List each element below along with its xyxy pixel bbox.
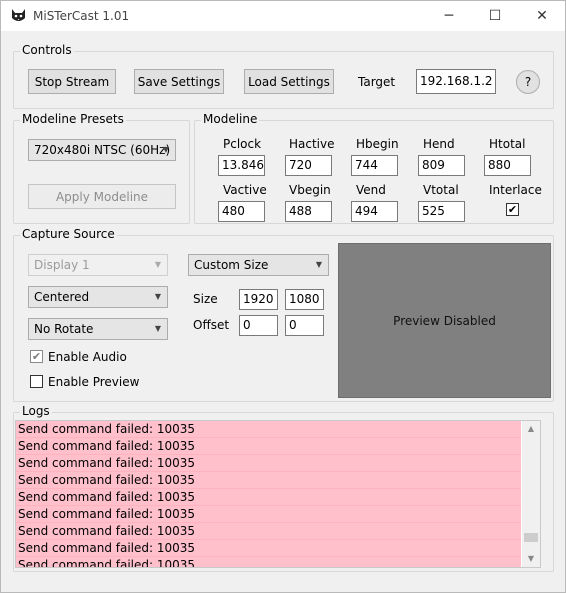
preview-disabled-text: Preview Disabled [393, 313, 496, 328]
scroll-down-icon[interactable]: ▼ [522, 551, 540, 567]
rotation-value: No Rotate [34, 322, 94, 336]
alignment-select[interactable]: Centered ▼ [28, 286, 168, 308]
checkmark-icon: ✔ [31, 350, 42, 363]
apply-modeline-button[interactable]: Apply Modeline [28, 184, 176, 209]
chevron-down-icon: ▼ [315, 260, 322, 269]
size-label: Size [193, 292, 218, 306]
vactive-input[interactable]: 480 [218, 201, 265, 222]
width-input[interactable]: 1920 [239, 289, 278, 310]
log-scrollbar[interactable]: ▲ ▼ [522, 421, 540, 567]
log-line: Send command failed: 10035 [16, 472, 521, 489]
close-button[interactable]: ✕ [519, 1, 565, 31]
htotal-input[interactable]: 880 [484, 155, 531, 176]
title-bar: MiSTerCast 1.01 ─ ☐ ✕ [1, 1, 565, 31]
display-select[interactable]: Display 1 ▼ [28, 254, 168, 276]
offset-label: Offset [193, 318, 230, 332]
log-line: Send command failed: 10035 [16, 455, 521, 472]
capture-source-group: Capture Source Display 1 ▼ Custom Size ▼… [13, 227, 554, 402]
chevron-down-icon: ▼ [154, 324, 161, 333]
controls-group: Controls Stop Stream Save Settings Load … [13, 43, 554, 109]
vactive-label: Vactive [223, 183, 267, 197]
hbegin-label: Hbegin [356, 137, 399, 151]
checkmark-icon: ✔ [507, 203, 518, 216]
vend-label: Vend [356, 183, 386, 197]
rotation-select[interactable]: No Rotate ▼ [28, 318, 168, 340]
chevron-down-icon: ▼ [154, 292, 161, 301]
stop-stream-button[interactable]: Stop Stream [28, 69, 116, 94]
pclock-label: Pclock [223, 137, 262, 151]
save-settings-button[interactable]: Save Settings [134, 69, 224, 94]
enable-preview-checkbox[interactable] [30, 375, 43, 388]
interlace-checkbox[interactable]: ✔ [506, 203, 519, 216]
close-icon: ✕ [536, 8, 548, 24]
chevron-down-icon: ▼ [154, 260, 161, 269]
enable-audio-label: Enable Audio [48, 350, 127, 364]
log-line: Send command failed: 10035 [16, 506, 521, 523]
log-line: Send command failed: 10035 [16, 421, 521, 438]
interlace-label: Interlace [489, 183, 542, 197]
modeline-group: Modeline Pclock 13.846 Hactive 720 Hbegi… [194, 112, 554, 224]
minimize-icon: ─ [444, 8, 454, 24]
log-line: Send command failed: 10035 [16, 438, 521, 455]
app-cat-icon [12, 9, 25, 21]
maximize-icon: ☐ [488, 8, 502, 24]
hactive-input[interactable]: 720 [285, 155, 332, 176]
offset-y-input[interactable]: 0 [285, 315, 324, 336]
log-line: Send command failed: 10035 [16, 557, 521, 567]
pclock-input[interactable]: 13.846 [218, 155, 265, 176]
offset-x-input[interactable]: 0 [239, 315, 278, 336]
vbegin-label: Vbegin [289, 183, 331, 197]
log-line: Send command failed: 10035 [16, 489, 521, 506]
modeline-preset-value: 720x480i NTSC (60Hz) [34, 143, 171, 157]
controls-legend: Controls [20, 43, 74, 57]
size-mode-value: Custom Size [194, 258, 269, 272]
htotal-label: Htotal [489, 137, 526, 151]
vbegin-input[interactable]: 488 [285, 201, 332, 222]
main-window: MiSTerCast 1.01 ─ ☐ ✕ Controls Stop Stre… [0, 0, 566, 593]
minimize-button[interactable]: ─ [426, 1, 472, 31]
log-line: Send command failed: 10035 [16, 540, 521, 557]
hend-input[interactable]: 809 [418, 155, 465, 176]
hend-label: Hend [423, 137, 455, 151]
vtotal-input[interactable]: 525 [418, 201, 465, 222]
display-select-value: Display 1 [34, 258, 90, 272]
target-input[interactable]: 192.168.1.2 [416, 69, 496, 94]
height-input[interactable]: 1080 [285, 289, 324, 310]
window-title: MiSTerCast 1.01 [33, 9, 130, 23]
scroll-up-icon[interactable]: ▲ [522, 421, 540, 437]
target-label: Target [358, 75, 396, 89]
chevron-down-icon: ▼ [162, 145, 169, 154]
load-settings-button[interactable]: Load Settings [244, 69, 334, 94]
size-mode-select[interactable]: Custom Size ▼ [188, 254, 329, 276]
enable-preview-label: Enable Preview [48, 375, 140, 389]
enable-audio-checkbox[interactable]: ✔ [30, 350, 43, 363]
vend-input[interactable]: 494 [351, 201, 398, 222]
help-button[interactable]: ? [516, 70, 540, 94]
capture-source-legend: Capture Source [20, 227, 117, 241]
modeline-presets-group: Modeline Presets 720x480i NTSC (60Hz) ▼ … [13, 112, 190, 224]
hactive-label: Hactive [289, 137, 335, 151]
hbegin-input[interactable]: 744 [351, 155, 398, 176]
scroll-thumb[interactable] [524, 533, 538, 542]
alignment-value: Centered [34, 290, 90, 304]
logs-legend: Logs [20, 404, 52, 418]
log-list[interactable]: Send command failed: 10035 Send command … [15, 420, 541, 568]
modeline-legend: Modeline [201, 112, 260, 126]
client-area: Controls Stop Stream Save Settings Load … [1, 31, 565, 592]
maximize-button[interactable]: ☐ [472, 1, 518, 31]
modeline-presets-legend: Modeline Presets [20, 112, 126, 126]
vtotal-label: Vtotal [423, 183, 459, 197]
modeline-preset-select[interactable]: 720x480i NTSC (60Hz) ▼ [28, 139, 176, 161]
log-line: Send command failed: 10035 [16, 523, 521, 540]
preview-area: Preview Disabled [338, 243, 551, 398]
